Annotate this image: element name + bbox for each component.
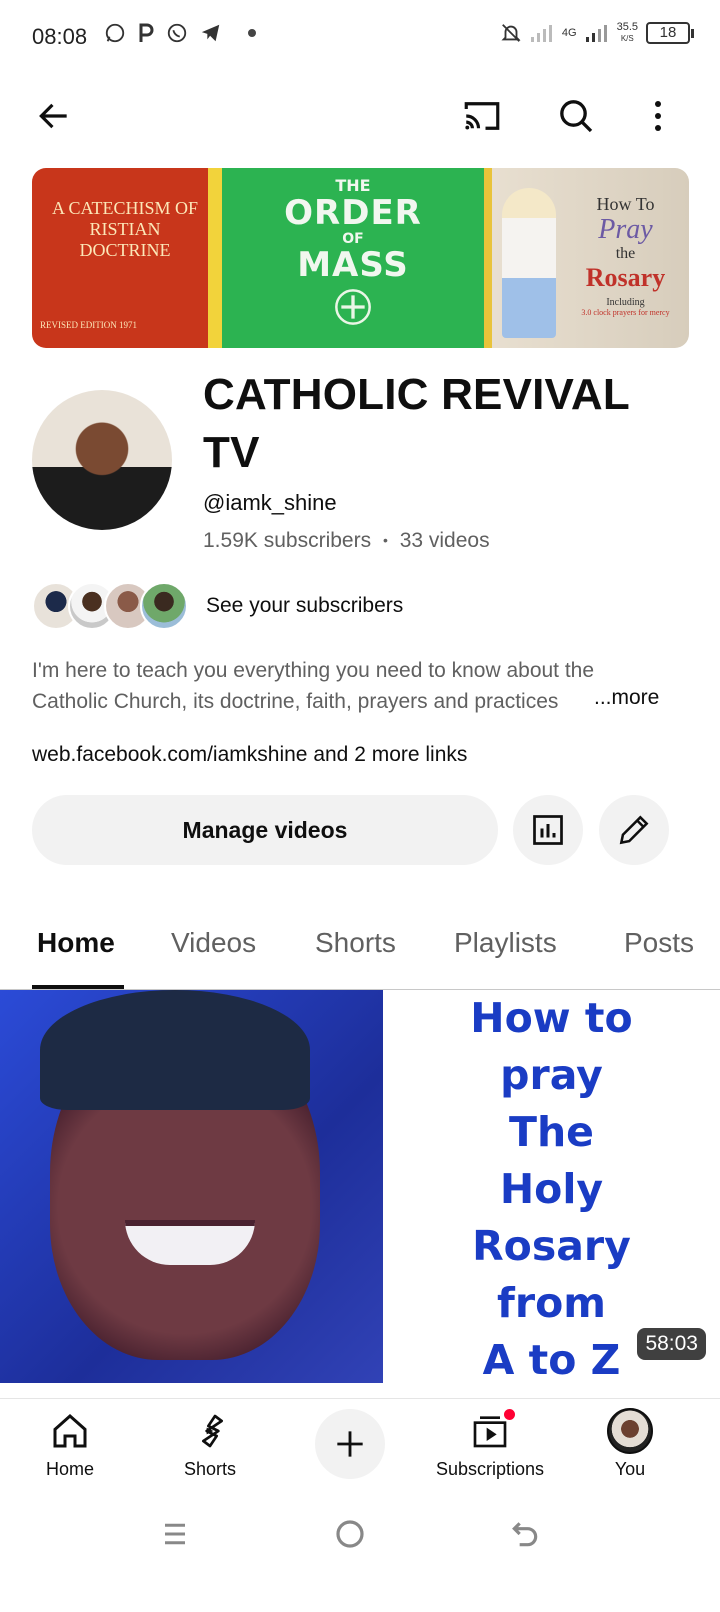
back-system-button[interactable] [505, 1514, 545, 1554]
you-avatar [607, 1408, 653, 1454]
pencil-icon [619, 815, 649, 845]
nav-home-label: Home [45, 1459, 94, 1479]
home-icon [53, 1413, 87, 1448]
channel-title: CATHOLIC REVIVAL TV [203, 370, 630, 477]
tab-videos[interactable]: Videos [171, 927, 256, 959]
network-speed: 35.5 K/S [616, 21, 638, 44]
banner-book-order-of-mass: THE ORDER OF MASS [222, 168, 484, 348]
telegram-icon [201, 24, 220, 42]
channel-handle: @iamk_shine [203, 490, 337, 515]
analytics-button[interactable] [513, 795, 583, 865]
plus-icon [337, 1431, 363, 1457]
thumbnail-photo [0, 990, 383, 1383]
system-icons: 4G 35.5 K/S 18 [500, 21, 694, 44]
see-subscribers-row[interactable]: See your subscribers [32, 582, 403, 630]
bottom-navigation: Home Shorts Subscriptions You [0, 1398, 720, 1494]
network-type: 4G [561, 27, 577, 39]
more-vertical-icon [655, 101, 661, 131]
status-bar: 08:08 4G 35.5 K/S 18 [0, 0, 720, 72]
cast-icon [464, 102, 500, 130]
more-notifications-dot [248, 29, 256, 37]
facebook-link[interactable]: web.facebook.com/iamkshine [32, 743, 307, 766]
subscriber-count: 1.59K subscribers [203, 529, 372, 552]
channel-links[interactable]: web.facebook.com/iamkshine and 2 more li… [32, 743, 467, 767]
video-duration-badge: 58:03 [637, 1328, 706, 1360]
tab-playlists[interactable]: Playlists [454, 927, 557, 959]
mute-bell-icon [501, 24, 521, 42]
tab-home[interactable]: Home [37, 927, 115, 959]
nav-home[interactable]: Home [0, 1407, 140, 1480]
p-app-icon [139, 23, 154, 42]
battery-indicator: 18 [646, 22, 694, 44]
signal-icon-2 [585, 25, 607, 42]
cast-button[interactable] [456, 90, 508, 142]
tab-posts[interactable]: Posts [624, 927, 694, 959]
tab-shorts[interactable]: Shorts [315, 927, 396, 959]
channel-stats: 1.59K subscribers • 33 videos [203, 529, 490, 553]
circle-home-icon [336, 1520, 364, 1548]
signal-icon [530, 25, 552, 42]
channel-description[interactable]: I'm here to teach you everything you nee… [32, 655, 657, 717]
more-options-button[interactable] [632, 90, 684, 142]
more-links-text[interactable]: and 2 more links [313, 743, 467, 766]
video-count: 33 videos [399, 529, 490, 552]
nav-you-label: You [614, 1459, 646, 1479]
nav-shorts[interactable]: Shorts [140, 1407, 280, 1480]
see-subscribers-link[interactable]: See your subscribers [206, 594, 403, 618]
featured-video-thumbnail[interactable]: How to pray The Holy Rosary from A to Z [0, 990, 720, 1383]
channel-tabs: Home Videos Shorts Playlists Posts [0, 915, 720, 990]
madonna-illustration [502, 188, 556, 338]
banner-book-catechism: A CATECHISM OF RISTIAN DOCTRINE REVISED … [32, 168, 208, 348]
nav-subscriptions[interactable]: Subscriptions [420, 1407, 560, 1480]
nav-subscriptions-label: Subscriptions [435, 1459, 545, 1479]
whatsapp-business-icon [105, 23, 125, 43]
thumbnail-title-text: How to pray The Holy Rosary from A to Z [383, 990, 720, 1383]
subscriber-avatar [140, 582, 188, 630]
notification-dot [502, 1407, 517, 1422]
search-icon [560, 100, 593, 133]
cross-emblem-icon [335, 289, 371, 325]
nav-you[interactable]: You [560, 1407, 700, 1480]
manage-videos-button[interactable]: Manage videos [32, 795, 498, 865]
whatsapp-icon [167, 23, 187, 43]
analytics-icon [533, 815, 563, 845]
nav-shorts-label: Shorts [183, 1459, 237, 1479]
shorts-icon [202, 1414, 223, 1448]
system-navigation-bar [0, 1494, 720, 1612]
status-time: 08:08 [32, 24, 88, 49]
home-system-button[interactable] [330, 1514, 370, 1554]
banner-book-rosary: How To Pray the Rosary Including 3.0 clo… [492, 168, 689, 348]
create-button[interactable] [315, 1409, 385, 1479]
search-button[interactable] [550, 90, 602, 142]
subscriber-avatars [32, 582, 188, 630]
back-arrow-icon [39, 103, 67, 129]
stats-separator: • [382, 532, 388, 548]
description-more-link[interactable]: ...more [570, 686, 660, 710]
active-tab-indicator [32, 985, 124, 989]
edit-channel-button[interactable] [599, 795, 669, 865]
back-button[interactable] [28, 90, 80, 142]
recent-apps-button[interactable] [155, 1514, 195, 1554]
app-bar [0, 90, 720, 150]
notification-icons [104, 22, 256, 44]
channel-banner[interactable]: A CATECHISM OF RISTIAN DOCTRINE REVISED … [32, 168, 689, 348]
menu-lines-icon [165, 1523, 185, 1545]
back-curve-icon [512, 1522, 538, 1547]
channel-avatar[interactable] [32, 390, 172, 530]
